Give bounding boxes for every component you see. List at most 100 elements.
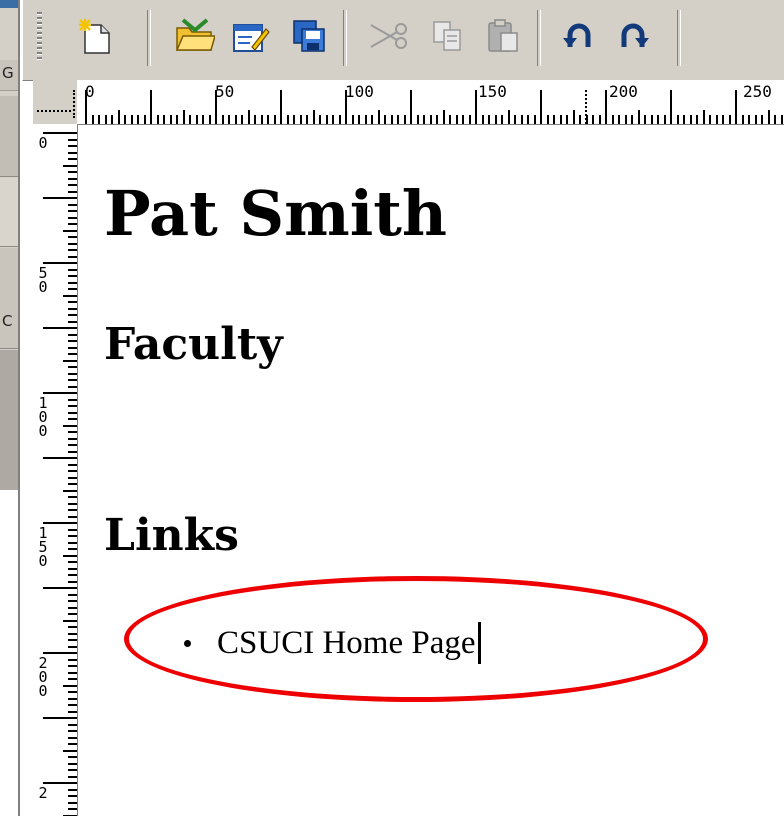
ruler-tick xyxy=(68,437,77,440)
toolbar-separator xyxy=(343,10,347,66)
ruler-tick xyxy=(150,90,152,124)
ruler-label: 1 0 0 xyxy=(38,394,48,440)
window-title-edge xyxy=(0,0,20,8)
ruler-tick xyxy=(68,366,77,368)
toolbar-separator xyxy=(147,10,151,66)
ruler-label: 200 xyxy=(609,82,638,101)
ruler-tick xyxy=(68,788,77,791)
ruler-tick xyxy=(68,216,77,219)
ruler-tick xyxy=(410,90,412,124)
copy-button[interactable] xyxy=(425,14,469,58)
ruler-tick xyxy=(68,158,77,160)
undo-button[interactable] xyxy=(557,14,601,58)
ruler-tick xyxy=(702,110,705,124)
ruler-tick xyxy=(43,327,77,329)
save-icon xyxy=(293,20,325,52)
paste-button[interactable] xyxy=(481,14,525,58)
ruler-tick xyxy=(68,723,77,726)
ruler-tick xyxy=(68,639,77,641)
ruler-tick xyxy=(273,115,276,124)
ruler-tick xyxy=(559,115,562,124)
ruler-tick xyxy=(306,115,308,124)
ruler-label: 5 0 xyxy=(38,264,48,296)
vertical-ruler[interactable]: 0 5 0 1 0 0 1 5 0 2 0 0 2 xyxy=(33,124,78,816)
ruler-tick xyxy=(68,463,77,466)
ruler-tick xyxy=(68,593,77,596)
ruler-tick xyxy=(312,110,315,124)
ruler-tick xyxy=(68,736,77,739)
ruler-tick xyxy=(234,115,237,124)
ruler-label: 250 xyxy=(743,82,772,101)
side-panel-row xyxy=(0,178,18,247)
ruler-tick xyxy=(631,115,633,124)
ruler-tick xyxy=(182,110,185,124)
ruler-tick xyxy=(293,115,295,124)
ruler-tick xyxy=(104,115,107,124)
ruler-tick xyxy=(68,509,77,511)
ruler-label: 0 xyxy=(38,134,48,152)
ruler-tick xyxy=(579,115,581,124)
ruler-tick xyxy=(68,476,77,479)
redo-button[interactable] xyxy=(611,14,655,58)
ruler-tick xyxy=(98,115,100,124)
ruler-tick xyxy=(68,281,77,284)
ruler-tick xyxy=(657,115,659,124)
ruler-tick xyxy=(63,424,77,427)
ruler-tick xyxy=(338,115,341,124)
ruler-tick xyxy=(566,115,568,124)
ruler-tick xyxy=(91,115,94,124)
ruler-tick xyxy=(68,385,77,388)
section-heading-links: Links xyxy=(104,510,239,561)
ruler-label: 2 xyxy=(38,784,48,802)
side-panel-row xyxy=(0,96,18,177)
side-panel-letter: C xyxy=(2,312,13,330)
new-page-button[interactable] xyxy=(73,14,117,58)
ruler-label: 2 0 0 xyxy=(38,654,48,700)
ruler-tick xyxy=(68,242,77,245)
edit-button[interactable] xyxy=(229,14,273,58)
ruler-tick xyxy=(689,115,692,124)
ruler-tick xyxy=(68,613,77,615)
ruler-tick xyxy=(254,115,256,124)
ruler-tick xyxy=(63,164,77,167)
ruler-tick xyxy=(68,190,77,193)
ruler-tick xyxy=(68,288,77,290)
ruler-tick xyxy=(650,115,653,124)
ruler-tick xyxy=(208,115,211,124)
edit-icon xyxy=(233,24,270,52)
ruler-tick xyxy=(68,444,77,446)
ruler-tick xyxy=(137,115,139,124)
toolbar-grip[interactable] xyxy=(37,12,42,62)
ruler-tick xyxy=(507,110,510,124)
cut-button[interactable] xyxy=(367,14,411,58)
ruler-tick xyxy=(68,548,77,550)
save-button[interactable] xyxy=(287,14,331,58)
ruler-tick xyxy=(68,626,77,628)
undo-icon xyxy=(563,23,591,47)
scissors-icon xyxy=(370,23,407,49)
ruler-tick xyxy=(663,115,666,124)
ruler-tick xyxy=(43,587,77,589)
ruler-tick xyxy=(68,600,77,602)
ruler-tick xyxy=(741,115,744,124)
ruler-tick xyxy=(670,90,672,124)
ruler-tick xyxy=(63,749,77,752)
ruler-origin-guide xyxy=(37,110,71,112)
ruler-tick xyxy=(709,115,711,124)
document-canvas[interactable]: Pat Smith Faculty Links CSUCI Home Page xyxy=(78,125,784,816)
ruler-tick xyxy=(68,151,77,154)
ruler-tick xyxy=(68,580,77,583)
horizontal-ruler[interactable]: 0 50 100 150 200 250 xyxy=(77,80,784,125)
ruler-tick xyxy=(68,307,77,310)
ruler-tick xyxy=(637,110,640,124)
ruler-tick xyxy=(228,115,230,124)
ruler-tick xyxy=(68,710,77,713)
ruler-tick xyxy=(43,392,77,394)
ruler-tick xyxy=(540,90,542,124)
ruler-tick xyxy=(68,697,77,700)
open-button[interactable] xyxy=(173,14,217,58)
ruler-tick xyxy=(68,808,77,810)
ruler-tick xyxy=(598,115,601,124)
ruler-tick xyxy=(43,262,77,264)
ruler-tick xyxy=(241,115,243,124)
